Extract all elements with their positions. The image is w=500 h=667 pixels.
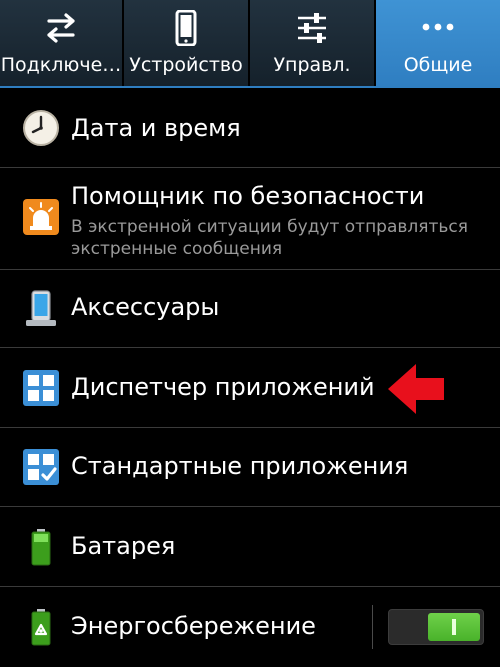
app-grid-icon bbox=[22, 369, 60, 407]
more-dots-icon bbox=[418, 10, 458, 46]
phone-device-icon bbox=[166, 10, 206, 46]
settings-item-title: Аксессуары bbox=[71, 293, 220, 321]
tab-label: Общие bbox=[403, 54, 473, 76]
tab-controls[interactable]: Управл. bbox=[250, 0, 376, 86]
sliders-control-icon bbox=[292, 10, 332, 46]
battery-icon bbox=[22, 528, 60, 566]
settings-item-title: Дата и время bbox=[71, 114, 241, 142]
tab-label: Управл. bbox=[273, 54, 351, 76]
power-saving-toggle[interactable] bbox=[388, 609, 484, 645]
power-saving-recycle-icon bbox=[22, 608, 60, 646]
settings-item-title: Батарея bbox=[71, 532, 176, 560]
settings-item-battery[interactable]: Батарея bbox=[0, 507, 500, 587]
divider bbox=[372, 605, 373, 649]
settings-item-subtitle: В экстренной ситуации будут отправляться… bbox=[71, 217, 468, 259]
settings-item-title: Диспетчер приложений bbox=[71, 373, 375, 401]
tab-general[interactable]: Общие bbox=[376, 0, 500, 86]
toggle-knob bbox=[428, 613, 480, 641]
tab-device[interactable]: Устройство bbox=[124, 0, 250, 86]
settings-item-safety-assistance[interactable]: Помощник по безопасности В экстренной си… bbox=[0, 168, 500, 270]
settings-item-accessories[interactable]: Аксессуары bbox=[0, 270, 500, 348]
settings-item-date-time[interactable]: Дата и время bbox=[0, 88, 500, 168]
tab-connections[interactable]: Подключе… bbox=[0, 0, 124, 86]
tab-label: Подключе… bbox=[0, 54, 122, 76]
red-arrow-icon bbox=[386, 360, 446, 418]
settings-item-title: Энергосбережение bbox=[71, 612, 316, 640]
settings-item-title: Помощник по безопасности bbox=[71, 182, 425, 210]
clock-icon bbox=[22, 109, 60, 147]
phone-dock-icon bbox=[22, 290, 60, 328]
tab-label: Устройство bbox=[129, 54, 243, 76]
settings-tab-bar: Подключе… Устройство Управл. Общие bbox=[0, 0, 500, 86]
settings-item-default-applications[interactable]: Стандартные приложения bbox=[0, 428, 500, 507]
emergency-siren-icon bbox=[22, 198, 60, 236]
connections-arrows-icon bbox=[41, 10, 81, 46]
settings-item-title: Стандартные приложения bbox=[71, 452, 409, 480]
default-apps-check-icon bbox=[22, 448, 60, 486]
settings-item-power-saving[interactable]: Энергосбережение bbox=[0, 587, 500, 667]
